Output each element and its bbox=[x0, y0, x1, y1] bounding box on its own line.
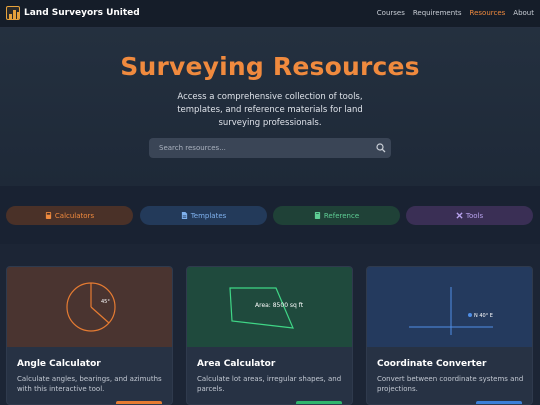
filter-label: Reference bbox=[323, 211, 360, 220]
parcel-diagram-icon: Area: 8500 sq ft bbox=[229, 287, 304, 329]
file-icon bbox=[181, 212, 187, 219]
brand-name[interactable]: Land Surveyors United bbox=[24, 8, 140, 18]
open-tool-button[interactable] bbox=[296, 401, 342, 404]
nav-link-requirements[interactable]: Requirements bbox=[413, 9, 462, 17]
nav-links: Courses Requirements Resources About bbox=[377, 9, 534, 17]
hero-section: Surveying Resources Access a comprehensi… bbox=[0, 28, 540, 186]
calculator-icon bbox=[45, 212, 52, 219]
card-illustration: 45° bbox=[7, 267, 172, 347]
card-description: Convert between coordinate systems and p… bbox=[377, 375, 524, 393]
card-illustration: Area: 8500 sq ft bbox=[187, 267, 352, 347]
angle-label: 45° bbox=[101, 299, 110, 305]
nav-link-about[interactable]: About bbox=[513, 9, 534, 17]
page-title: Surveying Resources bbox=[120, 52, 420, 81]
card-title: Coordinate Converter bbox=[377, 359, 487, 369]
bearing-label: N 40° E bbox=[474, 313, 493, 319]
card-illustration: N 40° E bbox=[367, 267, 532, 347]
book-icon bbox=[314, 212, 320, 219]
filter-templates[interactable]: Templates bbox=[140, 206, 267, 225]
hero-subtitle: Access a comprehensive collection of too… bbox=[177, 92, 363, 128]
top-nav: Land Surveyors United Courses Requiremen… bbox=[0, 0, 540, 28]
coordinate-axes-icon: N 40° E bbox=[409, 287, 493, 335]
filter-calculators[interactable]: Calculators bbox=[6, 206, 133, 225]
tools-icon bbox=[456, 212, 463, 219]
card-coordinate-converter[interactable]: N 40° E Coordinate Converter Convert bet… bbox=[366, 266, 533, 405]
card-description: Calculate lot areas, irregular shapes, a… bbox=[197, 375, 342, 393]
logo-icon[interactable] bbox=[6, 6, 20, 20]
filter-label: Templates bbox=[190, 211, 227, 220]
search-input[interactable] bbox=[149, 138, 369, 158]
card-title: Angle Calculator bbox=[17, 359, 101, 369]
filter-reference[interactable]: Reference bbox=[273, 206, 400, 225]
open-tool-button[interactable] bbox=[116, 401, 162, 404]
card-area-calculator[interactable]: Area: 8500 sq ft Area Calculator Calcula… bbox=[186, 266, 353, 405]
filter-label: Calculators bbox=[54, 211, 95, 220]
angle-diagram-icon: 45° bbox=[66, 282, 116, 332]
filter-bar: Calculators Templates Reference Tools bbox=[0, 186, 540, 244]
card-title: Area Calculator bbox=[197, 359, 276, 369]
filter-label: Tools bbox=[465, 211, 484, 220]
nav-link-courses[interactable]: Courses bbox=[377, 9, 405, 17]
open-tool-button[interactable] bbox=[476, 401, 522, 404]
card-angle-calculator[interactable]: 45° Angle Calculator Calculate angles, b… bbox=[6, 266, 173, 405]
search-icon[interactable] bbox=[376, 143, 386, 153]
nav-link-resources[interactable]: Resources bbox=[470, 9, 506, 17]
search-box bbox=[149, 138, 391, 158]
card-description: Calculate angles, bearings, and azimuths… bbox=[17, 375, 162, 393]
filter-tools[interactable]: Tools bbox=[406, 206, 533, 225]
area-label: Area: 8500 sq ft bbox=[255, 302, 304, 309]
